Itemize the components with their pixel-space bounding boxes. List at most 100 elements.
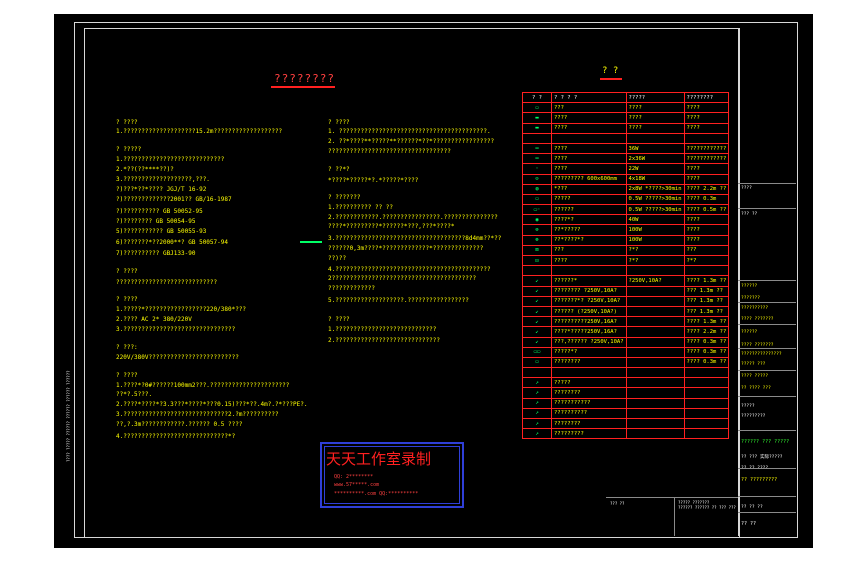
legend-cell: ???? 0.3m ??: [683, 356, 730, 369]
legend-cell: ????: [551, 163, 627, 175]
legend-symbol-icon: ▭: [522, 102, 552, 114]
left-lines-line: ? ????: [116, 268, 138, 275]
legend-cell: ???: [683, 244, 730, 257]
title-block-field: ?? ?? ??: [741, 505, 763, 510]
bottom-strip-cell-2: ????? ??????? ?????? ?????? ?? ??? ???: [678, 500, 736, 510]
legend-symbol-icon: ↙: [522, 295, 552, 307]
legend-cell: ????: [625, 122, 685, 134]
legend-row: ◉ ????*? 40W????: [522, 214, 730, 226]
legend-cell: ?250V,10A?: [625, 275, 685, 287]
legend-symbol-icon: ↙: [522, 336, 552, 348]
left-lines-line: ????????????????????????????: [116, 279, 218, 286]
legend-header-cell: ? ?: [522, 91, 552, 104]
left-lines-line: 5)??????????? GB 50055-93: [116, 228, 207, 235]
legend-cell: ????????: [551, 417, 627, 430]
legend-symbol-icon: ↗: [522, 387, 552, 399]
legend-cell: ?*?: [625, 254, 685, 267]
left-lines-line: 1.????????????????????15.2m?????????????…: [116, 128, 283, 135]
legend-cell: ?????*?: [551, 346, 627, 358]
legend-cell: [625, 367, 685, 379]
green-marker: [300, 241, 322, 243]
legend-cell: 0.5W ?????>30min: [625, 204, 685, 216]
legend-cell: ???? 0.5m ??: [683, 204, 730, 216]
legend-row: [522, 367, 730, 379]
legend-header-cell: ?????: [625, 91, 685, 104]
left-lines-line: 4.?????????????????????????????*?: [116, 433, 236, 440]
legend-row: ⊡???? ?*? ?*?: [522, 254, 730, 267]
legend-symbol-icon: ↗: [522, 417, 552, 430]
legend-row: ━???? 36W????????????: [522, 142, 730, 155]
legend-cell: ?????????: [551, 428, 627, 440]
legend-cell: ??????????: [551, 407, 627, 420]
title-block-field: ??????: [741, 284, 758, 289]
mid-lines-line: ????*?????????*??????*???,???*????*: [328, 223, 455, 230]
legend-cell: [625, 316, 685, 328]
legend-row: ↙ ??????* ?250V,10A????? 1.3m ??: [522, 275, 730, 287]
stamp-title: 天天工作室录制: [326, 450, 432, 468]
legend-row: ▬????????????: [522, 112, 730, 124]
legend-row: ⊕ ??*????? 100W????: [522, 224, 730, 236]
legend-cell: [625, 428, 685, 440]
tb-project: ?????? ??? ?????: [741, 439, 790, 445]
title-block-field: ??? ??: [741, 212, 758, 217]
legend-cell: ????: [683, 122, 730, 134]
legend-cell: [625, 265, 685, 277]
legend-cell: 2x36W: [625, 153, 685, 165]
left-lines-line: 2.*??(??****??)?: [116, 166, 174, 173]
title-block-field: ?????: [741, 404, 755, 409]
legend-row: ▭▭ ?????*? ???? 0.3m ??: [522, 346, 730, 358]
title-block-divider: [738, 302, 796, 303]
legend-cell: ????: [683, 163, 730, 175]
left-lines-line: ??,?.3m????????????.?????? 0.5 ????: [116, 421, 243, 428]
legend-symbol-icon: [522, 367, 552, 379]
legend-symbol-icon: ▭: [522, 193, 552, 206]
title-block-field: ???????????????: [741, 352, 782, 357]
legend-cell: [683, 132, 730, 144]
bottom-strip-divider: [674, 497, 675, 536]
legend-cell: ????: [551, 142, 627, 155]
legend-symbol-icon: ⊛: [522, 234, 552, 246]
legend-cell: ????: [683, 173, 730, 185]
left-lines-line: ?)?????????????2001?? GB/16-1987: [116, 196, 232, 203]
legend-symbol-icon: [522, 132, 552, 144]
legend-row: ↗???????????: [522, 397, 730, 409]
title-block-divider: [738, 280, 796, 281]
legend-symbol-icon: ↙: [522, 305, 552, 318]
mid-lines-line: ?????????????: [328, 285, 375, 292]
left-lines-line: 3.???????????????????????????????: [116, 326, 236, 333]
legend-cell: ????: [683, 224, 730, 236]
title-block-divider: [738, 183, 796, 184]
tb-sheet-no: ?? ??: [741, 521, 757, 527]
legend-row: ⊛ ??*????*? 100W????: [522, 234, 730, 246]
title-block-field: ???? ?????: [741, 374, 769, 379]
legend-cell: ???? 2.2m ??: [683, 326, 730, 338]
bottom-strip-cell-1: ??? ??: [610, 501, 625, 506]
legend-cell: ??*????*?: [551, 234, 627, 246]
legend-cell: [625, 132, 685, 144]
left-lines-line: 3.?????????????????????????????2.?m?????…: [116, 411, 279, 418]
left-lines-line: 3.???????????????????,???.: [116, 176, 210, 183]
stamp-line-3: **********.com QQ:**********: [334, 491, 419, 497]
title-block-field: ?????????: [741, 414, 766, 419]
legend-symbol-icon: ↗: [522, 397, 552, 409]
title-block-field: ??????????: [741, 306, 769, 311]
legend-cell: [625, 356, 685, 369]
legend-symbol-icon: ↗: [522, 407, 552, 420]
left-lines-line: ? ????: [116, 372, 138, 379]
legend-cell: ????????: [551, 387, 627, 399]
legend-symbol-icon: ━: [522, 153, 552, 165]
legend-cell: [625, 326, 685, 338]
legend-row: ↗????????: [522, 417, 730, 430]
legend-cell: [683, 417, 730, 430]
legend-cell: 4x18W: [625, 173, 685, 185]
legend-cell: [551, 367, 627, 379]
mid-lines-line: ??)??: [328, 255, 347, 262]
legend-cell: [625, 346, 685, 358]
title-block-divider: [738, 396, 796, 397]
legend-row: ⊙????????? 600x600mm 4x18W????: [522, 173, 730, 185]
legend-symbol-icon: ◦: [522, 163, 552, 175]
mid-lines-line: ? ????: [328, 316, 350, 323]
legend-row: ━???? 2x36W????????????: [522, 153, 730, 165]
legend-cell: [625, 295, 685, 307]
left-lines-line: ?)???*??*???? JGJ/T 16-92: [116, 186, 207, 193]
